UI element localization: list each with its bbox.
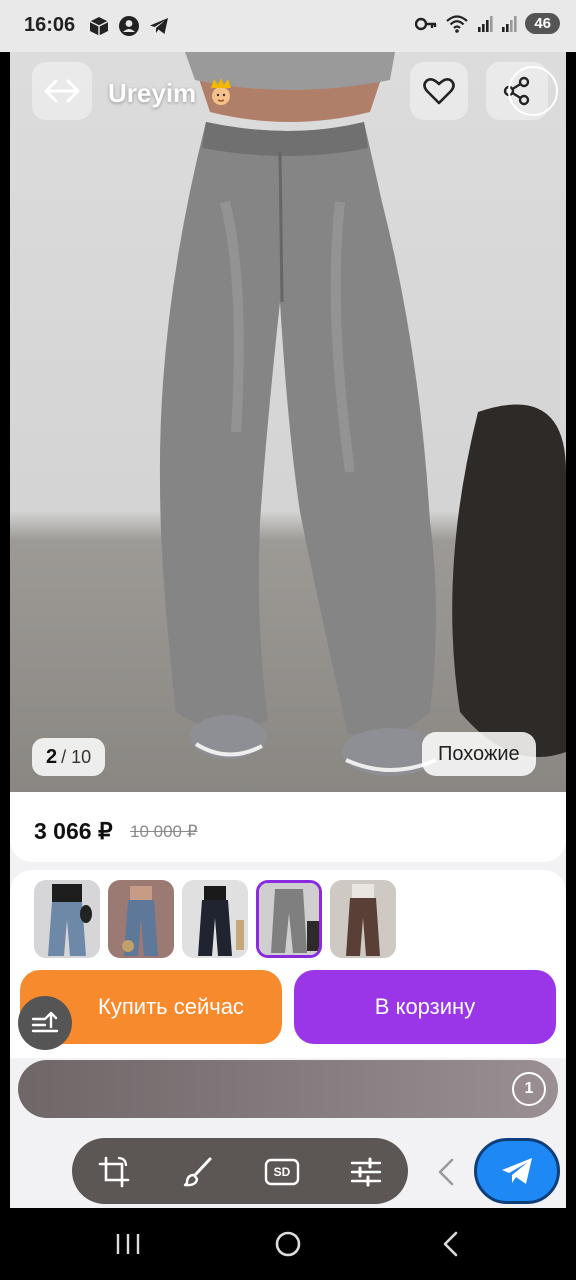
back-icon <box>443 1231 458 1257</box>
home-icon <box>275 1231 301 1257</box>
send-icon <box>502 1158 532 1184</box>
home-button[interactable] <box>268 1226 308 1262</box>
chevron-left-icon[interactable] <box>434 1156 458 1188</box>
touch-indicator <box>508 66 558 116</box>
battery-level: 46 <box>525 13 560 34</box>
back-arrow-icon <box>44 79 80 103</box>
account-icon <box>119 16 139 36</box>
jeans-illustration <box>159 52 566 776</box>
price-current: 3 066 ₽ <box>34 818 113 844</box>
sd-button[interactable]: SD <box>260 1150 304 1194</box>
back-button[interactable] <box>32 62 92 120</box>
purchase-actions: Купить сейчас В корзину <box>10 962 566 1058</box>
thumbnail-item[interactable] <box>330 880 396 958</box>
crop-rotate-button[interactable] <box>92 1150 136 1194</box>
browser-tools-bar: SD <box>72 1138 408 1204</box>
heart-icon <box>423 78 455 105</box>
thumbnail-strip <box>10 870 566 962</box>
sliders-icon <box>350 1157 382 1187</box>
app-screen: Ureyim 2 / 10 Похожие 3 066 ₽ 10 000 ₽ К… <box>10 52 566 1208</box>
box-icon <box>89 17 109 36</box>
timer-value: 1 <box>524 1080 534 1097</box>
thumbnail-item-selected[interactable] <box>256 880 322 958</box>
wifi-icon <box>446 14 469 33</box>
crown-emoji-icon <box>211 78 231 105</box>
crop-rotate-icon <box>98 1156 130 1188</box>
status-bar: 16:06 46 <box>0 0 576 52</box>
brush-button[interactable] <box>176 1150 220 1194</box>
shop-name[interactable]: Ureyim <box>108 78 196 109</box>
info-bar[interactable]: 1 <box>18 1060 558 1118</box>
sort-icon <box>31 1011 59 1033</box>
add-to-cart-button[interactable]: В корзину <box>294 970 556 1044</box>
thumbnail-item[interactable] <box>108 880 174 958</box>
sd-label: SD <box>273 1165 291 1179</box>
product-photo[interactable]: Ureyim 2 / 10 Похожие <box>10 52 566 792</box>
send-button[interactable] <box>474 1138 560 1204</box>
status-right: 46 <box>415 13 560 34</box>
gallery-current: 2 <box>46 745 58 768</box>
favorite-button[interactable] <box>410 62 468 120</box>
key-icon <box>415 17 437 30</box>
gallery-total: / 10 <box>61 746 92 767</box>
adjust-button[interactable] <box>344 1150 388 1194</box>
thumbnail-item[interactable] <box>182 880 248 958</box>
recents-icon <box>116 1234 140 1254</box>
brush-icon <box>183 1157 212 1187</box>
gallery-counter: 2 / 10 <box>32 738 106 776</box>
system-navbar <box>0 1208 576 1280</box>
recents-button[interactable] <box>108 1226 148 1262</box>
signal-icon <box>502 15 517 32</box>
price-card: 3 066 ₽ 10 000 ₽ <box>10 792 566 862</box>
thumbnail-item[interactable] <box>34 880 100 958</box>
telegram-icon <box>150 18 168 34</box>
price-old: 10 000 ₽ <box>130 822 198 841</box>
status-time: 16:06 <box>24 14 76 36</box>
signal-icon <box>478 15 493 32</box>
timer-icon[interactable]: 1 <box>512 1072 546 1106</box>
sort-button[interactable] <box>18 996 72 1050</box>
similar-button[interactable]: Похожие <box>422 732 536 776</box>
status-left-icons <box>88 15 170 37</box>
back-nav-button[interactable] <box>430 1226 470 1262</box>
